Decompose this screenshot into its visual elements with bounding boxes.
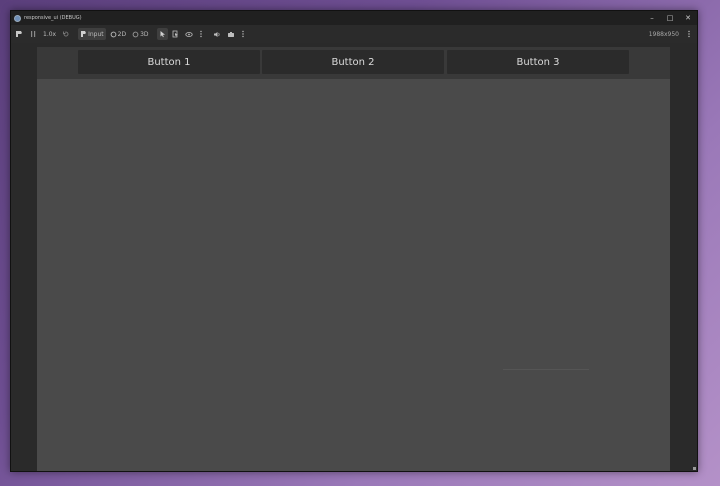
close-button[interactable]: ✕ [679,11,697,25]
list-select-button[interactable] [170,28,181,40]
pointer-icon [81,31,87,37]
resize-grip[interactable] [693,467,696,470]
more-options-button-middle[interactable] [239,28,247,40]
title-bar[interactable]: responsive_ui (DEBUG) – □ ✕ [11,11,697,25]
speed-selector[interactable]: 1.0x [41,28,58,40]
game-window: responsive_ui (DEBUG) – □ ✕ 1.0x Input 2… [10,10,698,472]
pause-button[interactable] [27,28,39,40]
select-tool-button[interactable] [156,28,168,40]
input-toggle[interactable]: Input [78,28,106,40]
game-view-icon [16,31,22,37]
pause-icon [31,31,36,37]
kebab-menu-icon [199,30,202,38]
app-icon [14,14,21,22]
more-options-button-left[interactable] [197,28,205,40]
camera-icon [227,31,234,37]
button-bar: Button 1 Button 2 Button 3 [37,47,670,79]
button-1[interactable]: Button 1 [78,50,260,74]
maximize-button[interactable]: □ [661,11,679,25]
camera-button[interactable] [225,28,237,40]
window-controls: – □ ✕ [643,11,697,25]
mode-2d-toggle[interactable]: 2D [108,28,128,40]
faint-divider [503,369,589,370]
input-label: Input [88,30,104,38]
button-3[interactable]: Button 3 [447,50,629,74]
kebab-menu-icon [688,30,690,38]
viewport-frame: Button 1 Button 2 Button 3 [11,43,697,471]
3d-mode-icon [132,31,139,37]
resolution-label: 1988x950 [648,30,679,38]
reset-speed-button[interactable] [60,28,72,40]
more-options-button-right[interactable] [685,28,693,40]
audio-mute-button[interactable] [211,28,223,40]
game-viewport[interactable]: Button 1 Button 2 Button 3 [37,47,670,471]
speaker-icon [213,31,220,37]
debug-toolbar: 1.0x Input 2D 3D 1988x950 [11,25,697,43]
visibility-button[interactable] [183,28,195,40]
mode-3d-toggle[interactable]: 3D [130,28,150,40]
eye-icon [184,31,193,37]
kebab-menu-icon [241,30,244,38]
2d-mode-icon [110,31,116,37]
button-2[interactable]: Button 2 [262,50,444,74]
mode-3d-label: 3D [140,30,149,38]
reset-icon [63,31,69,37]
speed-label: 1.0x [43,30,57,38]
game-view-button[interactable] [13,28,25,40]
window-title: responsive_ui (DEBUG) [24,15,82,21]
mode-2d-label: 2D [117,30,127,38]
select-arrow-icon [160,31,165,38]
minimize-button[interactable]: – [643,11,661,25]
toolbar-right: 1988x950 [649,25,693,43]
list-select-icon [172,30,178,38]
